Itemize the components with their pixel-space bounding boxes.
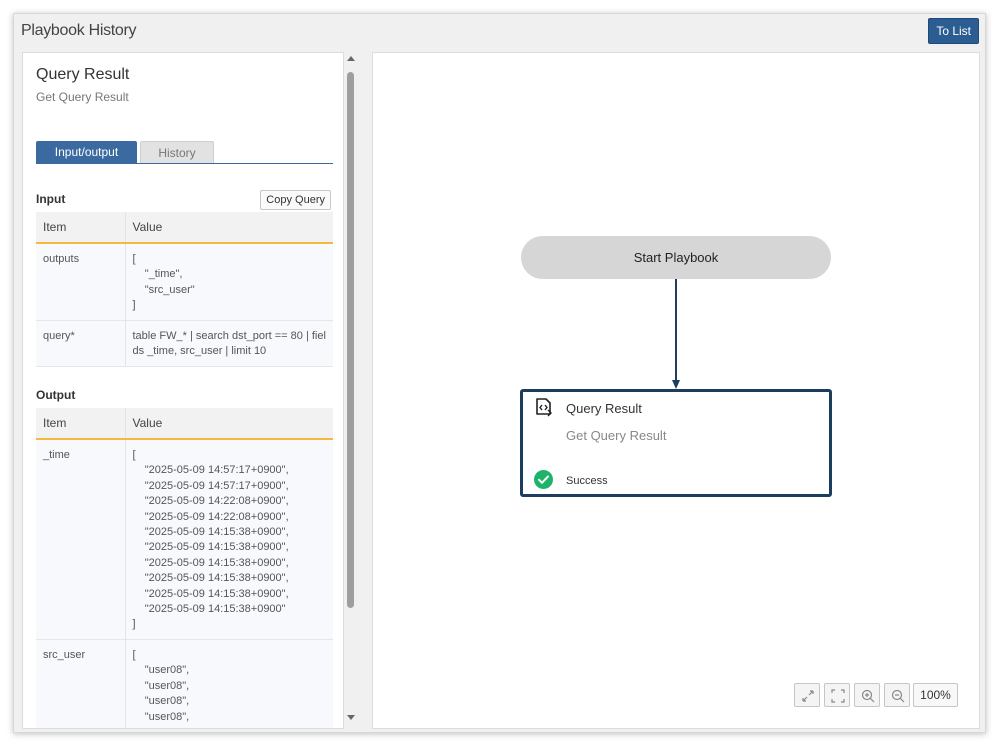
row-item: outputs bbox=[36, 243, 126, 321]
table-row: _time [ "2025-05-09 14:57:17+0900", "202… bbox=[36, 439, 333, 640]
detail-panel-scrollbar[interactable] bbox=[345, 54, 357, 726]
column-header-value: Value bbox=[125, 212, 333, 244]
expand-icon bbox=[802, 690, 814, 702]
node-subtitle: Get Query Result bbox=[566, 428, 667, 443]
detail-tabs: Input/output History bbox=[36, 141, 333, 164]
title-bar: Playbook History To List bbox=[14, 14, 985, 51]
table-row: query* table FW_* | search dst_port == 8… bbox=[36, 320, 333, 367]
row-value: [ "user08", "user08", "user08", "user08"… bbox=[125, 639, 333, 728]
row-value: table FW_* | search dst_port == 80 | fie… bbox=[125, 320, 333, 367]
table-row: outputs [ "_time", "src_user" ] bbox=[36, 243, 333, 321]
zoom-in-icon bbox=[861, 689, 875, 703]
node-title: Query Result bbox=[36, 66, 130, 83]
zoom-out-icon bbox=[891, 689, 905, 703]
flow-edge bbox=[675, 279, 677, 383]
row-item: src_user bbox=[36, 639, 126, 728]
scrollbar-thumb[interactable] bbox=[347, 72, 354, 608]
table-header-row: Item Value bbox=[36, 212, 333, 244]
node-title: Query Result bbox=[566, 401, 642, 416]
copy-query-button[interactable]: Copy Query bbox=[260, 190, 331, 210]
to-list-button[interactable]: To List bbox=[928, 18, 979, 44]
window-title: Playbook History bbox=[21, 22, 137, 39]
row-value: [ "2025-05-09 14:57:17+0900", "2025-05-0… bbox=[125, 439, 333, 640]
zoom-out-button[interactable] bbox=[884, 683, 910, 707]
output-table: Item Value _time [ "2025-05-09 14:57:17+… bbox=[36, 408, 333, 728]
flow-edge-arrow bbox=[672, 380, 680, 389]
output-section-label: Output bbox=[36, 388, 76, 402]
input-table: Item Value outputs [ "_time", "src_user"… bbox=[36, 212, 333, 367]
fit-screen-icon bbox=[831, 689, 845, 703]
table-row: src_user [ "user08", "user08", "user08",… bbox=[36, 639, 333, 728]
row-item: _time bbox=[36, 439, 126, 640]
query-result-node[interactable]: Query Result Get Query Result Success bbox=[520, 389, 832, 497]
tab-history[interactable]: History bbox=[140, 141, 214, 163]
playbook-history-window: Playbook History To List Query Result Ge… bbox=[13, 13, 986, 733]
table-header-row: Item Value bbox=[36, 408, 333, 440]
tab-input-output[interactable]: Input/output bbox=[36, 141, 137, 163]
start-playbook-node[interactable]: Start Playbook bbox=[521, 236, 831, 279]
zoom-in-button[interactable] bbox=[854, 683, 880, 707]
node-status: Success bbox=[566, 475, 608, 487]
detail-panel: Query Result Get Query Result Input/outp… bbox=[22, 52, 344, 729]
playbook-canvas[interactable]: Start Playbook Query Result Get Query Re… bbox=[372, 52, 980, 729]
input-section-label: Input bbox=[36, 192, 66, 206]
scroll-up-icon[interactable] bbox=[347, 56, 355, 61]
column-header-value: Value bbox=[125, 408, 333, 440]
zoom-level: 100% bbox=[913, 683, 958, 707]
check-circle-icon bbox=[534, 470, 553, 489]
expand-button[interactable] bbox=[794, 683, 820, 707]
script-icon bbox=[536, 398, 552, 417]
scroll-down-icon[interactable] bbox=[347, 715, 355, 720]
column-header-item: Item bbox=[36, 212, 126, 244]
fit-screen-button[interactable] bbox=[824, 683, 850, 707]
column-header-item: Item bbox=[36, 408, 126, 440]
row-value: [ "_time", "src_user" ] bbox=[125, 243, 333, 321]
row-item: query* bbox=[36, 320, 126, 367]
node-subtitle: Get Query Result bbox=[36, 90, 129, 104]
